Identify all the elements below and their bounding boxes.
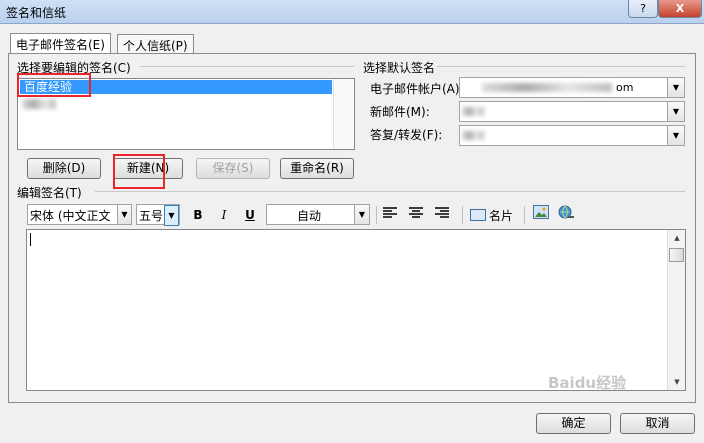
group-divider [140, 66, 354, 67]
insert-picture-icon[interactable] [531, 205, 551, 225]
toolbar-separator [524, 206, 525, 224]
delete-button[interactable]: 删除(D) [27, 158, 101, 179]
help-button[interactable]: ? [628, 0, 658, 18]
color-select[interactable]: 自动 ▼ [266, 204, 370, 225]
highlight-box [113, 154, 165, 189]
color-value: 自动 [297, 209, 322, 223]
new-message-select[interactable]: ▼ [459, 101, 685, 122]
blurred-list-item [22, 99, 56, 109]
reply-forward-label: 答复/转发(F): [370, 128, 443, 142]
ok-button[interactable]: 确定 [536, 413, 611, 434]
reply-forward-select[interactable]: ▼ [459, 125, 685, 146]
underline-button[interactable]: U [240, 205, 260, 225]
save-button[interactable]: 保存(S) [196, 158, 270, 179]
group-divider [95, 191, 685, 192]
list-scrollbar[interactable] [333, 79, 354, 149]
account-label: 电子邮件帐户(A): [370, 82, 464, 96]
scroll-down-icon[interactable]: ▼ [668, 374, 686, 390]
toolbar-separator [462, 206, 463, 224]
blurred-account [482, 83, 612, 92]
account-value: om [616, 81, 634, 94]
bold-button[interactable]: B [188, 205, 208, 225]
highlight-box [17, 73, 91, 97]
font-value: 宋体 (中文正文 [30, 209, 111, 223]
chevron-down-icon[interactable]: ▼ [117, 205, 131, 224]
rename-button[interactable]: 重命名(R) [280, 158, 354, 179]
new-message-label: 新邮件(M): [370, 105, 430, 119]
scroll-thumb[interactable] [669, 248, 684, 262]
business-card-label: 名片 [489, 208, 514, 223]
default-signature-label: 选择默认签名 [363, 61, 436, 75]
italic-button[interactable]: I [214, 205, 234, 225]
blurred-value [462, 131, 484, 140]
watermark: Baidu经验 [548, 374, 627, 392]
business-card-button[interactable]: 名片 [470, 205, 513, 225]
cancel-button[interactable]: 取消 [620, 413, 695, 434]
title-bar [0, 0, 704, 24]
chevron-down-icon[interactable]: ▼ [354, 205, 369, 224]
toolbar-separator [376, 206, 377, 224]
align-center-icon[interactable] [406, 205, 426, 225]
font-size-value: 五号 [139, 209, 164, 223]
font-size-select[interactable]: 五号 ▼ [136, 204, 180, 226]
tab-email-signature[interactable]: 电子邮件签名(E) [10, 33, 111, 55]
blurred-value [462, 107, 484, 116]
hyperlink-icon[interactable] [556, 205, 576, 225]
chevron-down-icon[interactable]: ▼ [164, 205, 179, 226]
scroll-up-icon[interactable]: ▲ [668, 230, 686, 246]
account-select[interactable]: om ▼ [459, 77, 685, 98]
align-left-icon[interactable] [380, 205, 400, 225]
tab-personal-stationery[interactable]: 个人信纸(P) [117, 34, 194, 54]
close-button[interactable]: X [658, 0, 702, 18]
text-caret [30, 233, 31, 246]
business-card-icon [470, 209, 486, 221]
signature-editor[interactable] [26, 229, 686, 391]
chevron-down-icon[interactable]: ▼ [667, 126, 684, 145]
chevron-down-icon[interactable]: ▼ [667, 102, 684, 121]
editor-scrollbar[interactable]: ▲ ▼ [667, 230, 685, 390]
font-select[interactable]: 宋体 (中文正文 ▼ [27, 204, 132, 225]
align-right-icon[interactable] [432, 205, 452, 225]
window-title: 签名和信纸 [6, 6, 67, 20]
edit-signature-label: 编辑签名(T) [17, 186, 82, 200]
group-divider [437, 66, 685, 67]
chevron-down-icon[interactable]: ▼ [667, 78, 684, 97]
